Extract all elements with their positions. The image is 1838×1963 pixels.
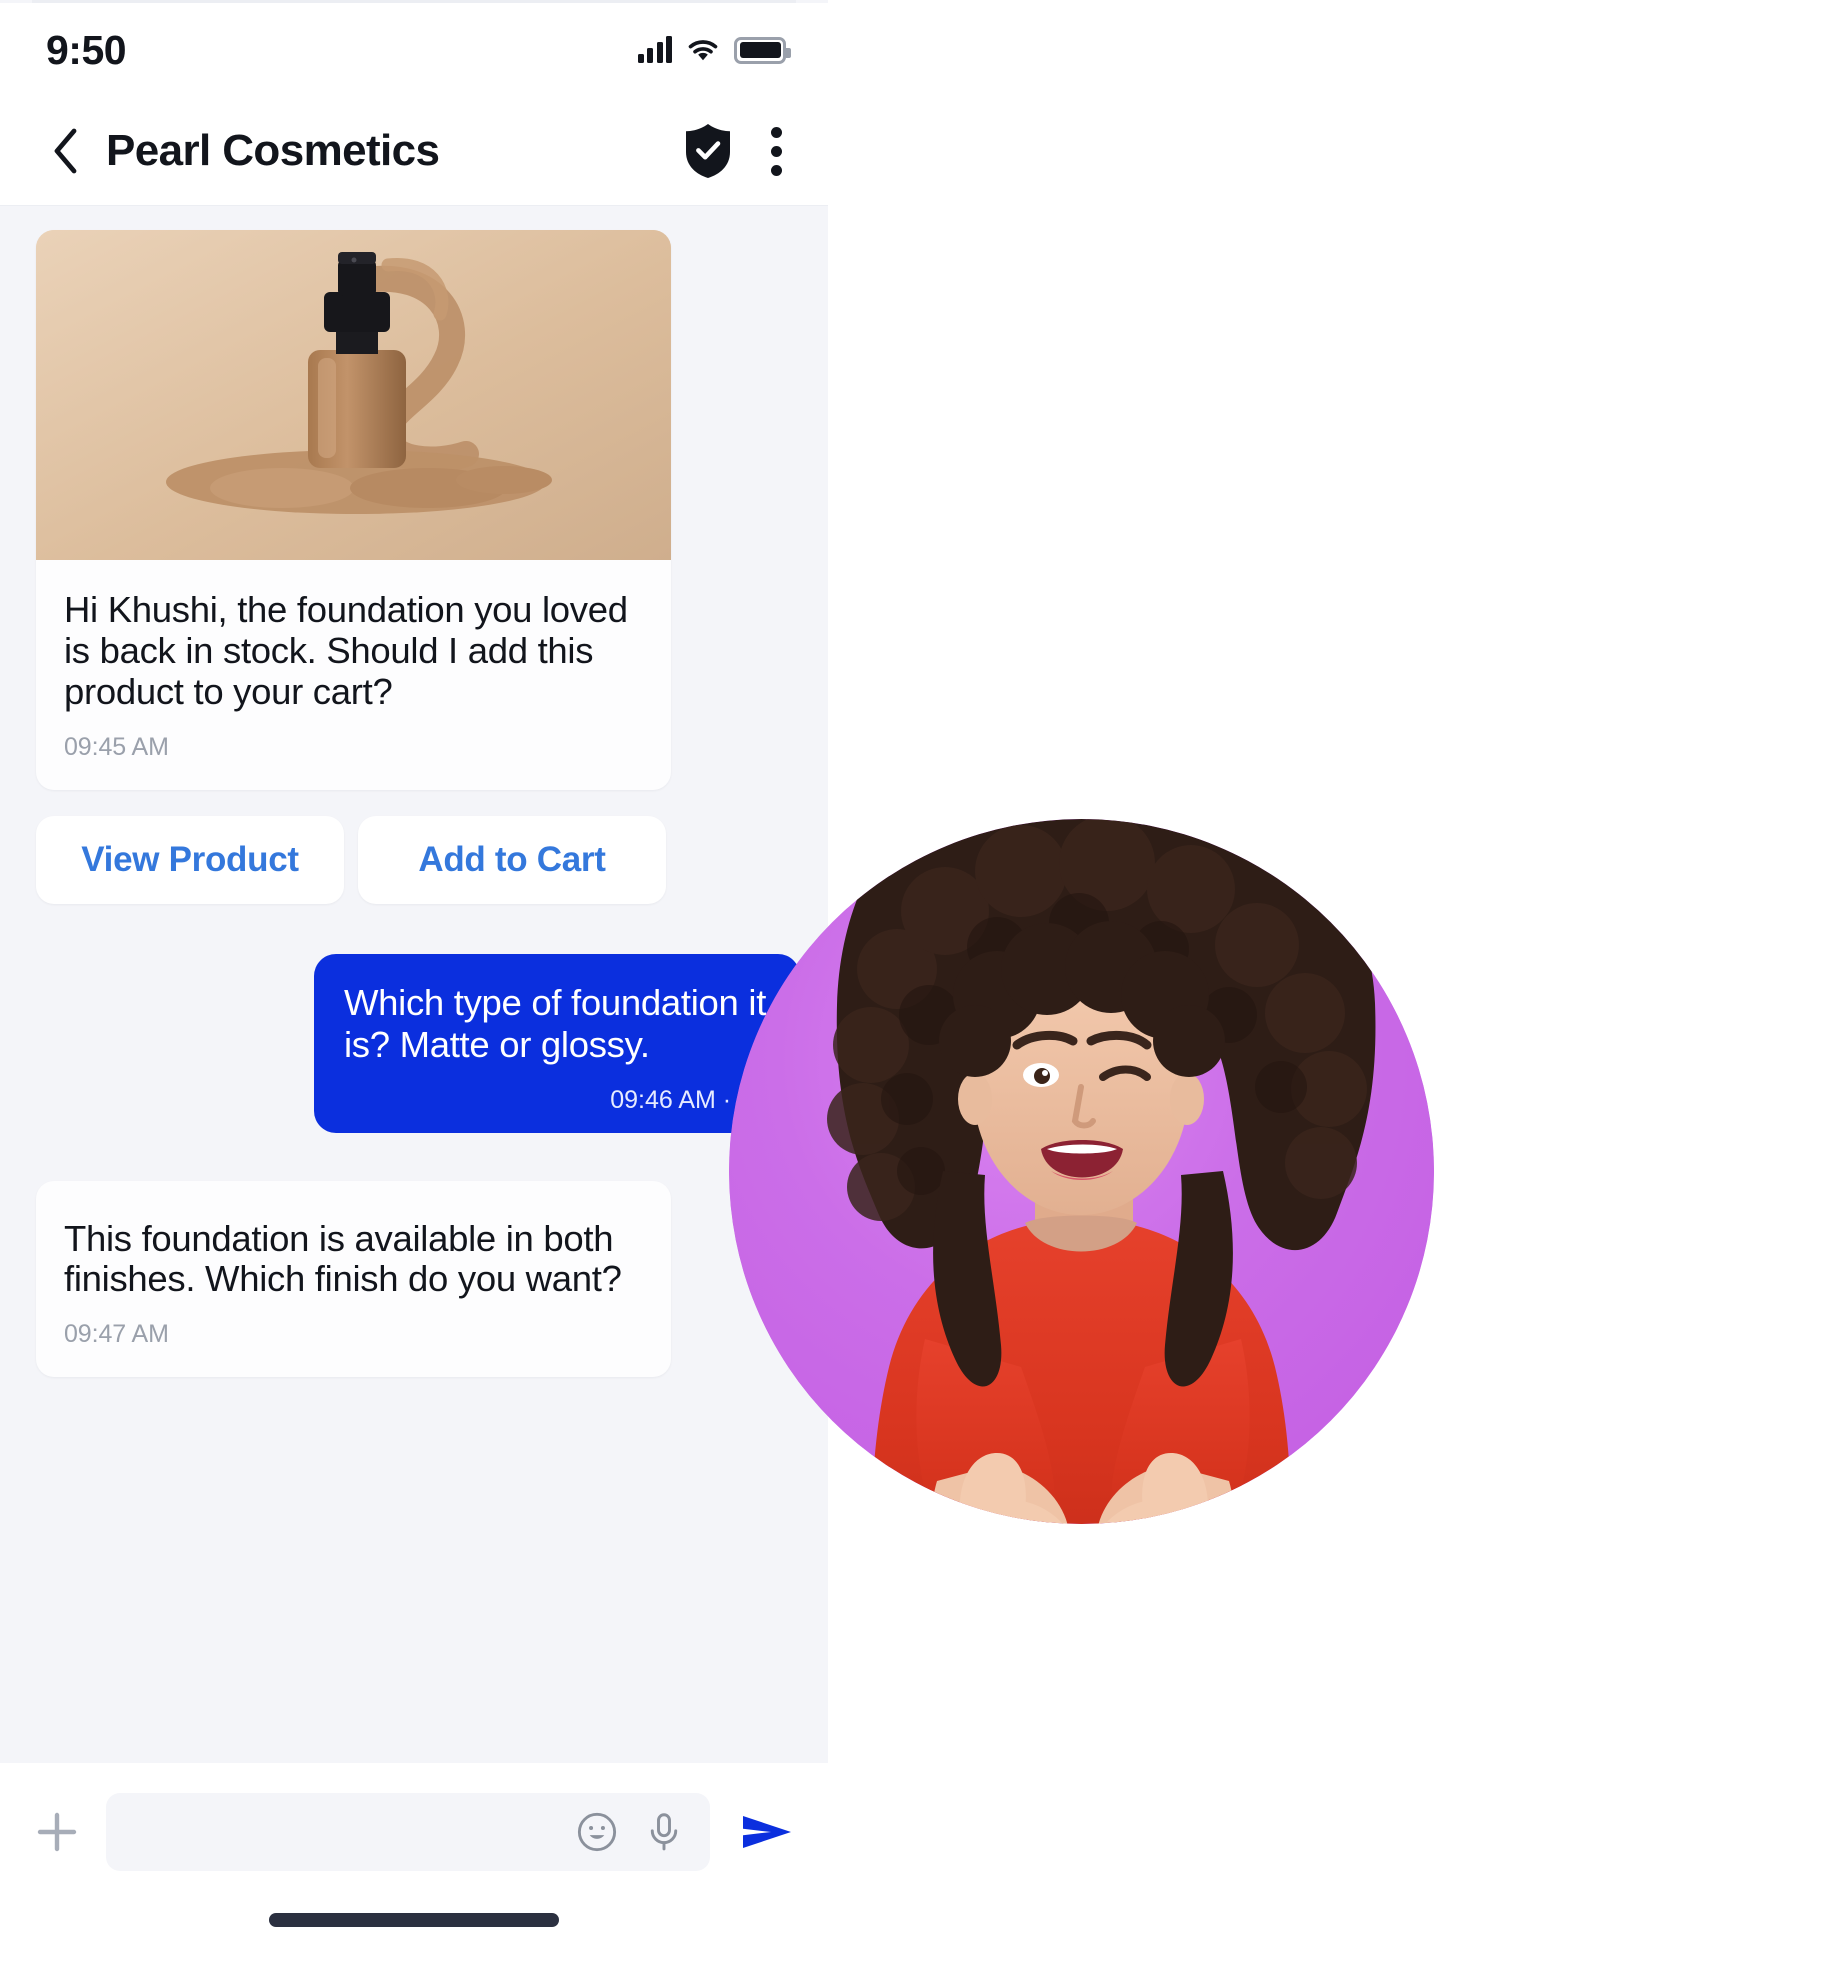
wifi-icon xyxy=(688,40,718,61)
person-illustration xyxy=(729,819,1434,1524)
message-timestamp: 09:46 AM · Re xyxy=(610,1085,770,1114)
chat-thread[interactable]: Hi Khushi, the foundation you loved is b… xyxy=(0,206,828,1763)
woman-thumbs-up-photo xyxy=(729,819,1434,1524)
foundation-bottle-product-image[interactable] xyxy=(36,230,671,560)
message-text: Hi Khushi, the foundation you loved is b… xyxy=(64,589,628,712)
add-to-cart-button[interactable]: Add to Cart xyxy=(358,815,666,904)
status-bar-time: 9:50 xyxy=(46,26,127,73)
home-indicator xyxy=(269,1913,559,1927)
back-button[interactable] xyxy=(46,123,86,179)
message-text: This foundation is available in both fin… xyxy=(64,1217,622,1300)
mic-button[interactable] xyxy=(642,1809,686,1855)
page-title: Pearl Cosmetics xyxy=(106,126,440,175)
status-bar: 9:50 xyxy=(0,3,828,97)
message-composer xyxy=(0,1763,828,1963)
message-row-outgoing: Which type of foundation it is? Matte or… xyxy=(0,953,800,1133)
message-bubble-incoming-answer: This foundation is available in both fin… xyxy=(36,1180,671,1378)
plus-icon xyxy=(37,1812,77,1852)
app-header-actions xyxy=(682,121,790,182)
app-header: Pearl Cosmetics xyxy=(0,97,828,206)
attach-button[interactable] xyxy=(26,1793,88,1871)
battery-icon xyxy=(734,36,791,64)
message-bubble-incoming-product: Hi Khushi, the foundation you loved is b… xyxy=(36,230,671,790)
status-bar-icons xyxy=(637,36,791,64)
send-paper-plane-icon xyxy=(743,1816,791,1848)
screenshot-stage: 9:50 Pearl Cosmetics Hi Khushi, the foun… xyxy=(0,0,1838,1963)
phone-mockup: 9:50 Pearl Cosmetics Hi Khushi, the foun… xyxy=(0,0,828,1963)
message-timestamp: 09:45 AM xyxy=(64,732,169,761)
quick-reply-group: View Product Add to Cart xyxy=(36,815,828,904)
back-chevron-icon xyxy=(54,128,77,174)
smiley-face-icon xyxy=(577,1812,617,1852)
kebab-menu-icon[interactable] xyxy=(762,121,790,182)
message-input-wrapper[interactable] xyxy=(106,1793,710,1871)
product-image-art xyxy=(36,230,671,560)
emoji-button[interactable] xyxy=(574,1809,620,1855)
shield-check-icon[interactable] xyxy=(682,122,734,180)
cellular-signal-icon xyxy=(637,36,672,63)
microphone-icon xyxy=(650,1813,678,1851)
message-timestamp: 09:47 AM xyxy=(64,1320,169,1349)
message-bubble-outgoing: Which type of foundation it is? Matte or… xyxy=(314,953,800,1133)
message-text: Which type of foundation it is? Matte or… xyxy=(344,981,767,1065)
view-product-button[interactable]: View Product xyxy=(36,815,344,904)
send-button[interactable] xyxy=(732,1793,802,1871)
